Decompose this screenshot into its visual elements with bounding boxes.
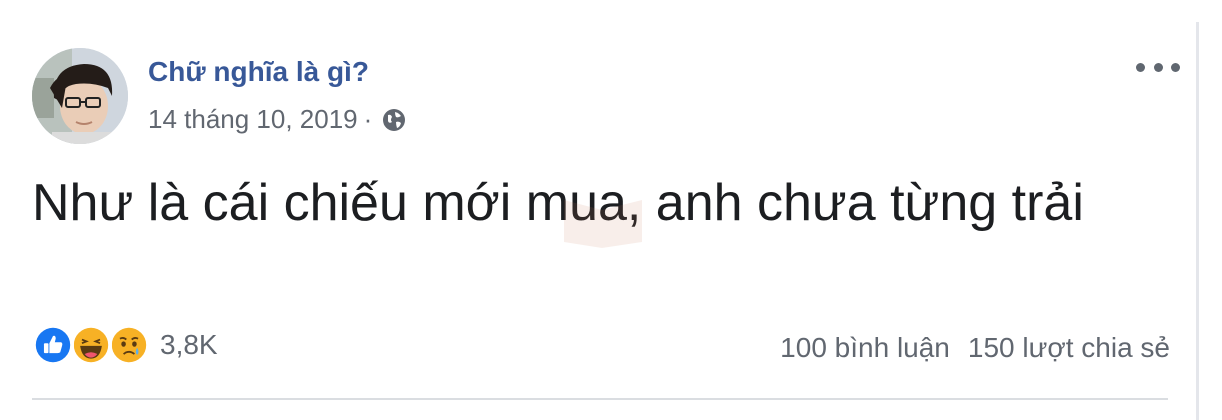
reactions-summary[interactable]: 3,8K — [32, 324, 218, 366]
post-date[interactable]: 14 tháng 10, 2019 — [148, 104, 358, 135]
divider — [32, 398, 1168, 400]
shares-count[interactable]: 150 lượt chia sẻ — [968, 332, 1170, 364]
sad-icon — [108, 324, 150, 366]
reaction-count[interactable]: 3,8K — [160, 329, 218, 361]
haha-icon — [70, 324, 112, 366]
post-stats: 100 bình luận 150 lượt chia sẻ — [780, 332, 1170, 364]
comments-count[interactable]: 100 bình luận — [780, 332, 950, 364]
more-options-icon[interactable] — [1136, 52, 1180, 82]
facebook-post: Chữ nghĩa là gì? 14 tháng 10, 2019 · Như… — [0, 0, 1222, 420]
like-icon — [32, 324, 74, 366]
meta-separator: · — [363, 104, 373, 134]
avatar-image — [32, 48, 128, 144]
right-border — [1196, 22, 1199, 420]
post-meta: 14 tháng 10, 2019 · — [148, 104, 408, 135]
watermark-logo — [560, 196, 646, 248]
author-name[interactable]: Chữ nghĩa là gì? — [148, 56, 369, 88]
avatar[interactable] — [32, 48, 128, 144]
globe-icon[interactable] — [380, 106, 408, 134]
